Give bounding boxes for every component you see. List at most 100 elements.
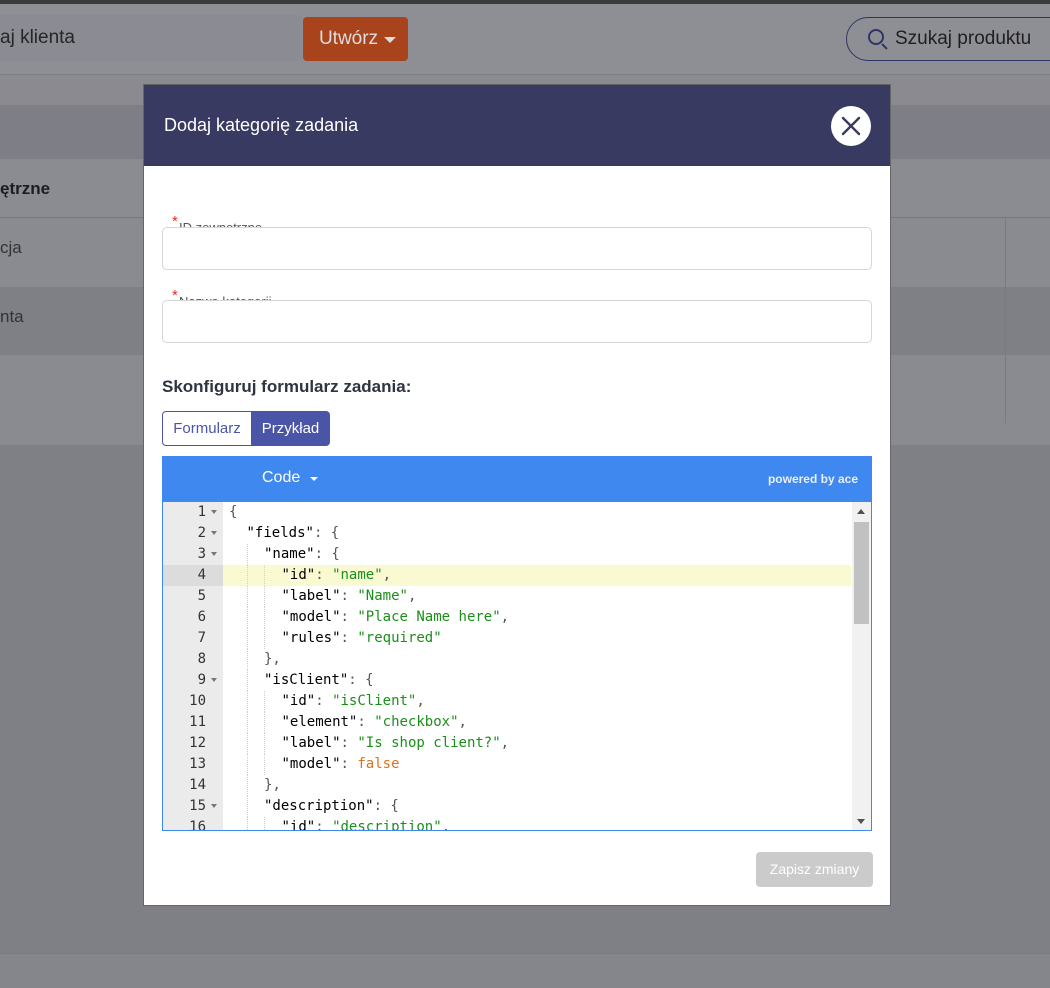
code-text: "rules": "required" [282, 628, 442, 649]
code-token: "isClient" [264, 672, 349, 688]
indent-guide [246, 796, 248, 817]
code-token: "Name" [357, 588, 408, 604]
code-line[interactable]: 16 "id": "description", [163, 817, 851, 831]
fold-toggle-icon[interactable] [211, 804, 217, 808]
external-id-field[interactable] [162, 227, 872, 270]
table-header-cell: ętrzne [0, 179, 51, 198]
code-token: : [315, 567, 333, 583]
indent-guide [264, 586, 265, 607]
tab-form[interactable]: Formularz [162, 411, 252, 446]
form-config-heading: Skonfiguruj formularz zadania: [162, 377, 412, 396]
indent-guide [264, 817, 265, 830]
editor-mode-select[interactable]: Code [262, 469, 300, 487]
code-text: "isClient": { [264, 670, 374, 691]
code-token: "name" [332, 567, 383, 583]
indent-guide [264, 607, 265, 628]
fold-toggle-icon[interactable] [211, 531, 217, 535]
code-text: }, [264, 775, 281, 796]
code-line[interactable]: 12 "label": "Is shop client?", [163, 733, 851, 754]
code-token: "description" [332, 819, 442, 831]
code-text: "model": false [282, 754, 400, 775]
table-column-divider [1005, 218, 1006, 423]
code-text: "fields": { [247, 523, 340, 544]
client-search-input[interactable]: aj klienta [0, 15, 302, 61]
code-token: , [500, 609, 510, 625]
code-text: "description": { [264, 796, 399, 817]
code-line[interactable]: 2 "fields": { [163, 523, 851, 544]
line-number: 16 [189, 819, 206, 831]
fold-toggle-icon[interactable] [211, 678, 217, 682]
code-token: : [340, 630, 358, 646]
code-token: , [382, 567, 392, 583]
code-line[interactable]: 3 "name": { [163, 544, 851, 565]
scroll-down-arrow-icon[interactable] [857, 819, 865, 824]
line-number: 4 [163, 565, 223, 586]
code-token: "fields" [246, 525, 314, 541]
editor-scrollbar[interactable] [852, 502, 871, 830]
toolbar-divider [0, 74, 1050, 75]
indent-guide [264, 565, 265, 586]
save-changes-button[interactable]: Zapisz zmiany [756, 852, 873, 887]
product-search-placeholder: Szukaj produktu [895, 28, 1032, 49]
line-number: 8 [197, 651, 206, 667]
line-number: 10 [189, 693, 206, 709]
indent-guide [246, 628, 248, 649]
close-button[interactable] [831, 106, 871, 146]
table-cell: cja [0, 238, 22, 257]
product-search-input[interactable]: Szukaj produktu [846, 17, 1050, 61]
code-token: "Is shop client?" [357, 735, 501, 751]
code-token: "model" [281, 756, 341, 772]
code-line[interactable]: 13 "model": false [163, 754, 851, 775]
indent-guide [264, 754, 265, 775]
line-number: 11 [189, 714, 206, 730]
indent-guide [246, 670, 248, 691]
code-token: , [500, 735, 510, 751]
code-line[interactable]: 4 "id": "name", [163, 565, 851, 586]
code-line[interactable]: 1{ [163, 502, 851, 523]
code-token: , [458, 714, 467, 730]
powered-by-ace: powered by ace [767, 472, 858, 486]
create-button[interactable]: Utwórz [303, 17, 408, 61]
code-line[interactable]: 8}, [163, 649, 851, 670]
code-token: , [416, 693, 425, 709]
code-token: "description" [264, 798, 374, 814]
fold-toggle-icon[interactable] [211, 552, 217, 556]
indent-guide [246, 565, 248, 586]
code-token: , [441, 819, 451, 831]
indent-guide [246, 817, 248, 830]
code-line[interactable]: 5 "label": "Name", [163, 586, 851, 607]
code-token: "id" [281, 819, 316, 831]
code-line[interactable]: 11 "element": "checkbox", [163, 712, 851, 733]
line-number: 6 [197, 609, 206, 625]
indent-guide [246, 754, 248, 775]
modal-title: Dodaj kategorię zadania [164, 115, 359, 135]
code-line[interactable]: 9 "isClient": { [163, 670, 851, 691]
code-text: "id": "name", [282, 565, 392, 586]
code-line[interactable]: 6 "model": "Place Name here", [163, 607, 851, 628]
scroll-thumb[interactable] [854, 522, 869, 624]
code-line[interactable]: 15 "description": { [163, 796, 851, 817]
code-line[interactable]: 10 "id": "isClient", [163, 691, 851, 712]
code-text: { [229, 502, 237, 523]
indent-guide [264, 628, 265, 649]
line-number: 13 [189, 756, 206, 772]
code-token: : [340, 588, 358, 604]
code-line[interactable]: 14}, [163, 775, 851, 796]
tab-example[interactable]: Przykład [251, 411, 330, 446]
code-line[interactable]: 7 "rules": "required" [163, 628, 851, 649]
code-token: : [315, 693, 333, 709]
editor-toolbar: Code powered by ace [163, 457, 871, 502]
indent-guide [246, 691, 248, 712]
scroll-up-arrow-icon[interactable] [857, 509, 865, 514]
line-number: 5 [197, 588, 206, 604]
code-token: "element" [281, 714, 358, 730]
code-editor[interactable]: Code powered by ace 1{2 "fields": {3 "name… [162, 456, 872, 831]
code-token: "Place Name here" [357, 609, 501, 625]
code-token: : [340, 756, 358, 772]
category-name-field[interactable] [162, 300, 872, 343]
code-text: }, [264, 649, 281, 670]
code-area[interactable]: 1{2 "fields": {3 "name": {4 "id": "name", 5 "… [163, 502, 871, 831]
code-token: "rules" [281, 630, 341, 646]
indent-guide [264, 691, 265, 712]
fold-toggle-icon[interactable] [211, 510, 217, 514]
